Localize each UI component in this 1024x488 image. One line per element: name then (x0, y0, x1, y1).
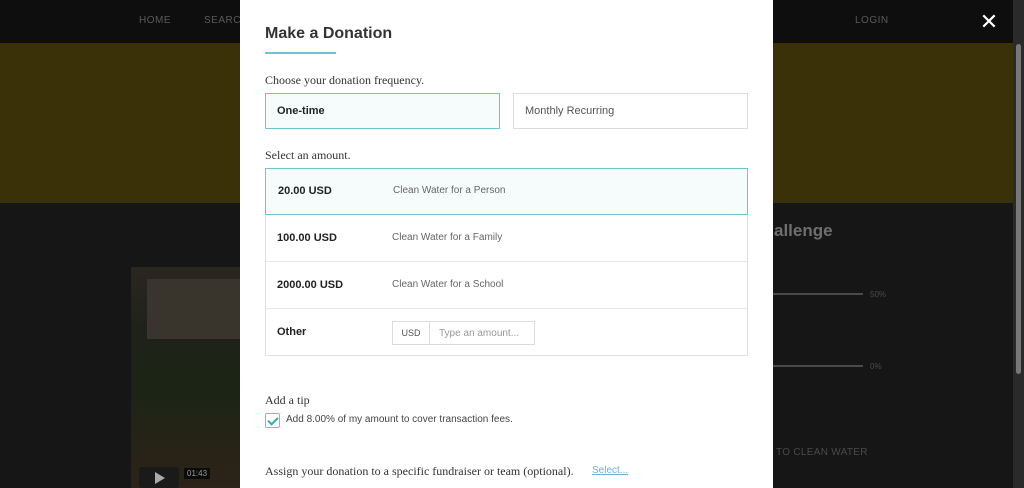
amount-description: Clean Water for a School (392, 279, 504, 290)
tip-checkbox[interactable] (265, 413, 280, 428)
amount-option-person[interactable]: 20.00 USD Clean Water for a Person (265, 168, 748, 215)
frequency-monthly-button[interactable]: Monthly Recurring (513, 93, 748, 129)
close-icon[interactable]: ✕ (978, 12, 1000, 34)
nav-login: LOGIN (855, 15, 889, 26)
background-progress-label: 50% (870, 290, 887, 299)
amount-list: 20.00 USD Clean Water for a Person 100.0… (265, 168, 748, 356)
amount-value: 2000.00 USD (277, 279, 344, 291)
tip-label: Add a tip (265, 393, 310, 407)
background-challenge-heading: allenge (774, 221, 833, 240)
select-fundraiser-link[interactable]: Select... (592, 465, 628, 476)
donation-modal: Make a Donation Choose your donation fre… (240, 0, 773, 488)
background-progress-bar (773, 293, 863, 295)
title-underline (265, 52, 336, 54)
amount-option-other[interactable]: Other USD (266, 309, 747, 356)
background-progress-label: 0% (870, 362, 882, 371)
modal-title: Make a Donation (265, 25, 393, 42)
amount-description: Clean Water for a Family (392, 232, 503, 243)
frequency-label: Choose your donation frequency. (265, 73, 425, 87)
background-clean-water-text: TO CLEAN WATER (776, 447, 868, 458)
other-amount-label: Other (277, 326, 307, 338)
amount-value: 100.00 USD (277, 232, 337, 244)
assign-label: Assign your donation to a specific fundr… (265, 464, 574, 478)
background-progress-bar (773, 365, 863, 367)
scrollbar-thumb[interactable] (1016, 44, 1021, 374)
amount-description: Clean Water for a Person (393, 185, 506, 196)
amount-value: 20.00 USD (278, 185, 332, 197)
video-thumbnail-building (147, 279, 241, 339)
other-amount-field: USD (392, 321, 535, 345)
frequency-one-time-button[interactable]: One-time (265, 93, 500, 129)
other-amount-input[interactable] (430, 322, 534, 344)
tip-text: Add 8.00% of my amount to cover transact… (286, 414, 513, 425)
scrollbar[interactable] (1013, 0, 1024, 488)
amount-label: Select an amount. (265, 148, 351, 162)
nav-home: HOME (139, 15, 171, 26)
background-video: 01:43 (131, 267, 241, 488)
amount-option-family[interactable]: 100.00 USD Clean Water for a Family (266, 215, 747, 262)
play-icon (139, 467, 179, 488)
amount-option-school[interactable]: 2000.00 USD Clean Water for a School (266, 262, 747, 309)
currency-label: USD (393, 322, 430, 344)
video-duration: 01:43 (184, 468, 211, 479)
